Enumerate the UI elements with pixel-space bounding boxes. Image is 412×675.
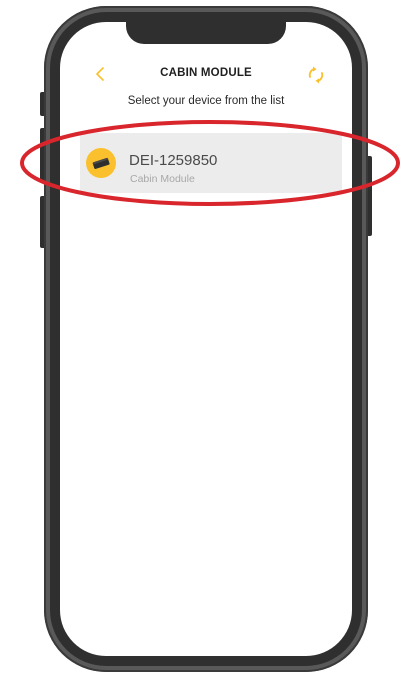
app-header: CABIN MODULE — [60, 60, 352, 90]
device-list-item[interactable]: DEI-1259850 Cabin Module — [80, 133, 342, 193]
instruction-text: Select your device from the list — [127, 95, 285, 107]
page: CABIN MODULE Select your device from the… — [0, 0, 412, 675]
device-type: Cabin Module — [130, 173, 195, 185]
device-avatar — [86, 148, 116, 178]
cabin-module-icon — [92, 157, 110, 169]
phone-notch — [126, 20, 286, 44]
device-name: DEI-1259850 — [129, 152, 218, 169]
refresh-button[interactable] — [305, 64, 327, 86]
phone-screen — [60, 22, 352, 656]
refresh-icon — [308, 66, 324, 84]
